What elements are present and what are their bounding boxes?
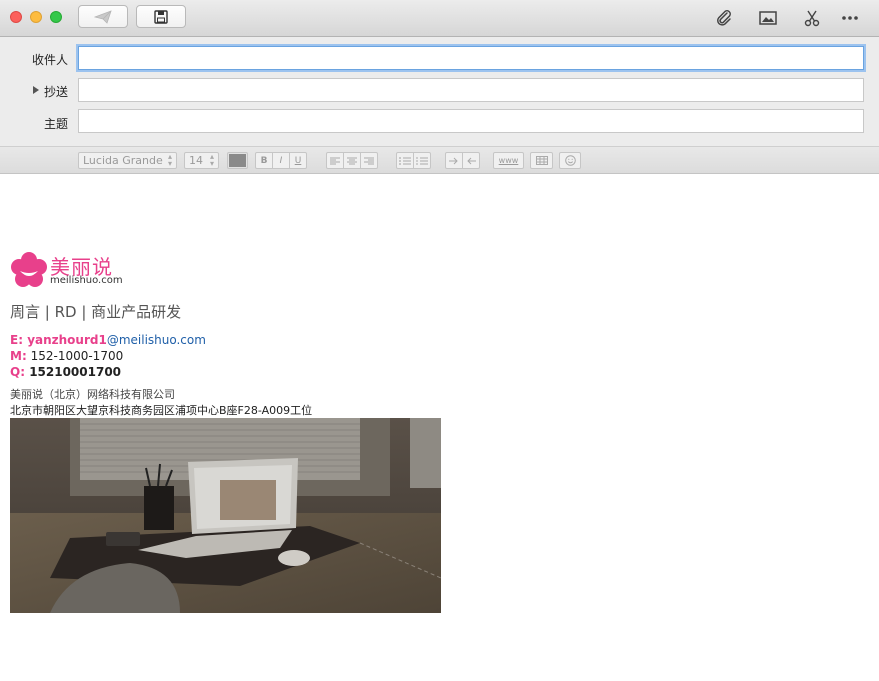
text-style-group: B I U: [255, 152, 307, 169]
message-body[interactable]: 美丽说 meilishuo.com 周言 | RD | 商业产品研发 E: ya…: [0, 175, 879, 681]
align-center-button[interactable]: [343, 152, 361, 169]
email-domain-link[interactable]: @meilishuo.com: [107, 333, 206, 347]
bold-button[interactable]: B: [255, 152, 273, 169]
font-size-select[interactable]: 14 ▴ ▾: [184, 152, 219, 169]
mobile-label: M:: [10, 349, 27, 363]
cc-disclosure-icon[interactable]: [33, 86, 39, 94]
align-left-icon: [330, 157, 340, 164]
color-swatch: [229, 154, 246, 167]
insert-link-button[interactable]: www: [493, 152, 524, 169]
smiley-icon: [564, 155, 576, 166]
indent-group: [445, 152, 480, 169]
signature-mobile-line: M: 152-1000-1700: [10, 349, 123, 363]
numbered-list-icon: [416, 156, 428, 165]
signature-title: 周言 | RD | 商业产品研发: [10, 303, 182, 321]
font-family-select[interactable]: Lucida Grande ▴ ▾: [78, 152, 177, 169]
cc-field[interactable]: [78, 78, 864, 102]
signature-address: 北京市朝阳区大望京科技商务园区浦项中心B座F28-A009工位: [10, 404, 313, 417]
select-arrows-icon: ▴ ▾: [167, 152, 172, 168]
text-color-button[interactable]: [227, 152, 248, 169]
list-group: [396, 152, 431, 169]
outdent-button[interactable]: [462, 152, 480, 169]
compose-header: 收件人 抄送 主题: [0, 37, 879, 146]
save-icon: [154, 9, 168, 24]
to-field[interactable]: [78, 46, 864, 70]
maximize-window-button[interactable]: [50, 11, 62, 23]
company-logo: 美丽说 meilishuo.com: [10, 251, 130, 291]
bullet-list-button[interactable]: [396, 152, 414, 169]
numbered-list-button[interactable]: [413, 152, 431, 169]
outdent-icon: [467, 157, 476, 164]
send-icon: [94, 9, 112, 24]
table-icon: [535, 156, 548, 165]
send-button[interactable]: [78, 5, 128, 28]
qq-label: Q:: [10, 365, 25, 379]
alignment-group: [326, 152, 378, 169]
underline-button[interactable]: U: [289, 152, 307, 169]
bullet-list-icon: [399, 156, 411, 165]
subject-label: 主题: [43, 117, 68, 131]
attach-icon[interactable]: [713, 7, 735, 29]
font-size-value: 14: [189, 154, 203, 167]
indent-icon: [449, 157, 458, 164]
photo-browser-icon[interactable]: [757, 7, 779, 29]
mobile-value: 152-1000-1700: [30, 349, 124, 363]
close-window-button[interactable]: [10, 11, 22, 23]
window-toolbar: [0, 0, 879, 37]
align-left-button[interactable]: [326, 152, 344, 169]
signature-photo: [10, 418, 441, 613]
emoji-button[interactable]: [559, 152, 581, 169]
more-icon[interactable]: [839, 7, 861, 29]
signature-company: 美丽说（北京）网络科技有限公司: [10, 388, 175, 401]
signature-qq-line: Q: 15210001700: [10, 365, 121, 379]
insert-table-button[interactable]: [530, 152, 553, 169]
align-right-button[interactable]: [360, 152, 378, 169]
to-label: 收件人: [31, 53, 68, 67]
minimize-window-button[interactable]: [30, 11, 42, 23]
format-bar: Lucida Grande ▴ ▾ 14 ▴ ▾ B I U www: [0, 146, 879, 174]
select-arrows-icon: ▴ ▾: [209, 152, 214, 168]
flower-logo-icon: [11, 252, 47, 287]
subject-field[interactable]: [78, 109, 864, 133]
email-label: E:: [10, 333, 23, 347]
signature-email-line: E: yanzhourd1@meilishuo.com: [10, 333, 206, 347]
indent-button[interactable]: [445, 152, 463, 169]
email-user: yanzhourd1: [27, 333, 107, 347]
align-center-icon: [347, 157, 357, 164]
italic-button[interactable]: I: [272, 152, 290, 169]
save-draft-button[interactable]: [136, 5, 186, 28]
cc-label: 抄送: [43, 85, 68, 99]
link-label: www: [498, 156, 519, 165]
scissors-icon[interactable]: [801, 7, 823, 29]
logo-domain: meilishuo.com: [50, 275, 123, 286]
font-family-value: Lucida Grande: [83, 154, 163, 167]
desk-laptop-image: [10, 418, 441, 613]
qq-value: 15210001700: [29, 365, 122, 379]
align-right-icon: [364, 157, 374, 164]
